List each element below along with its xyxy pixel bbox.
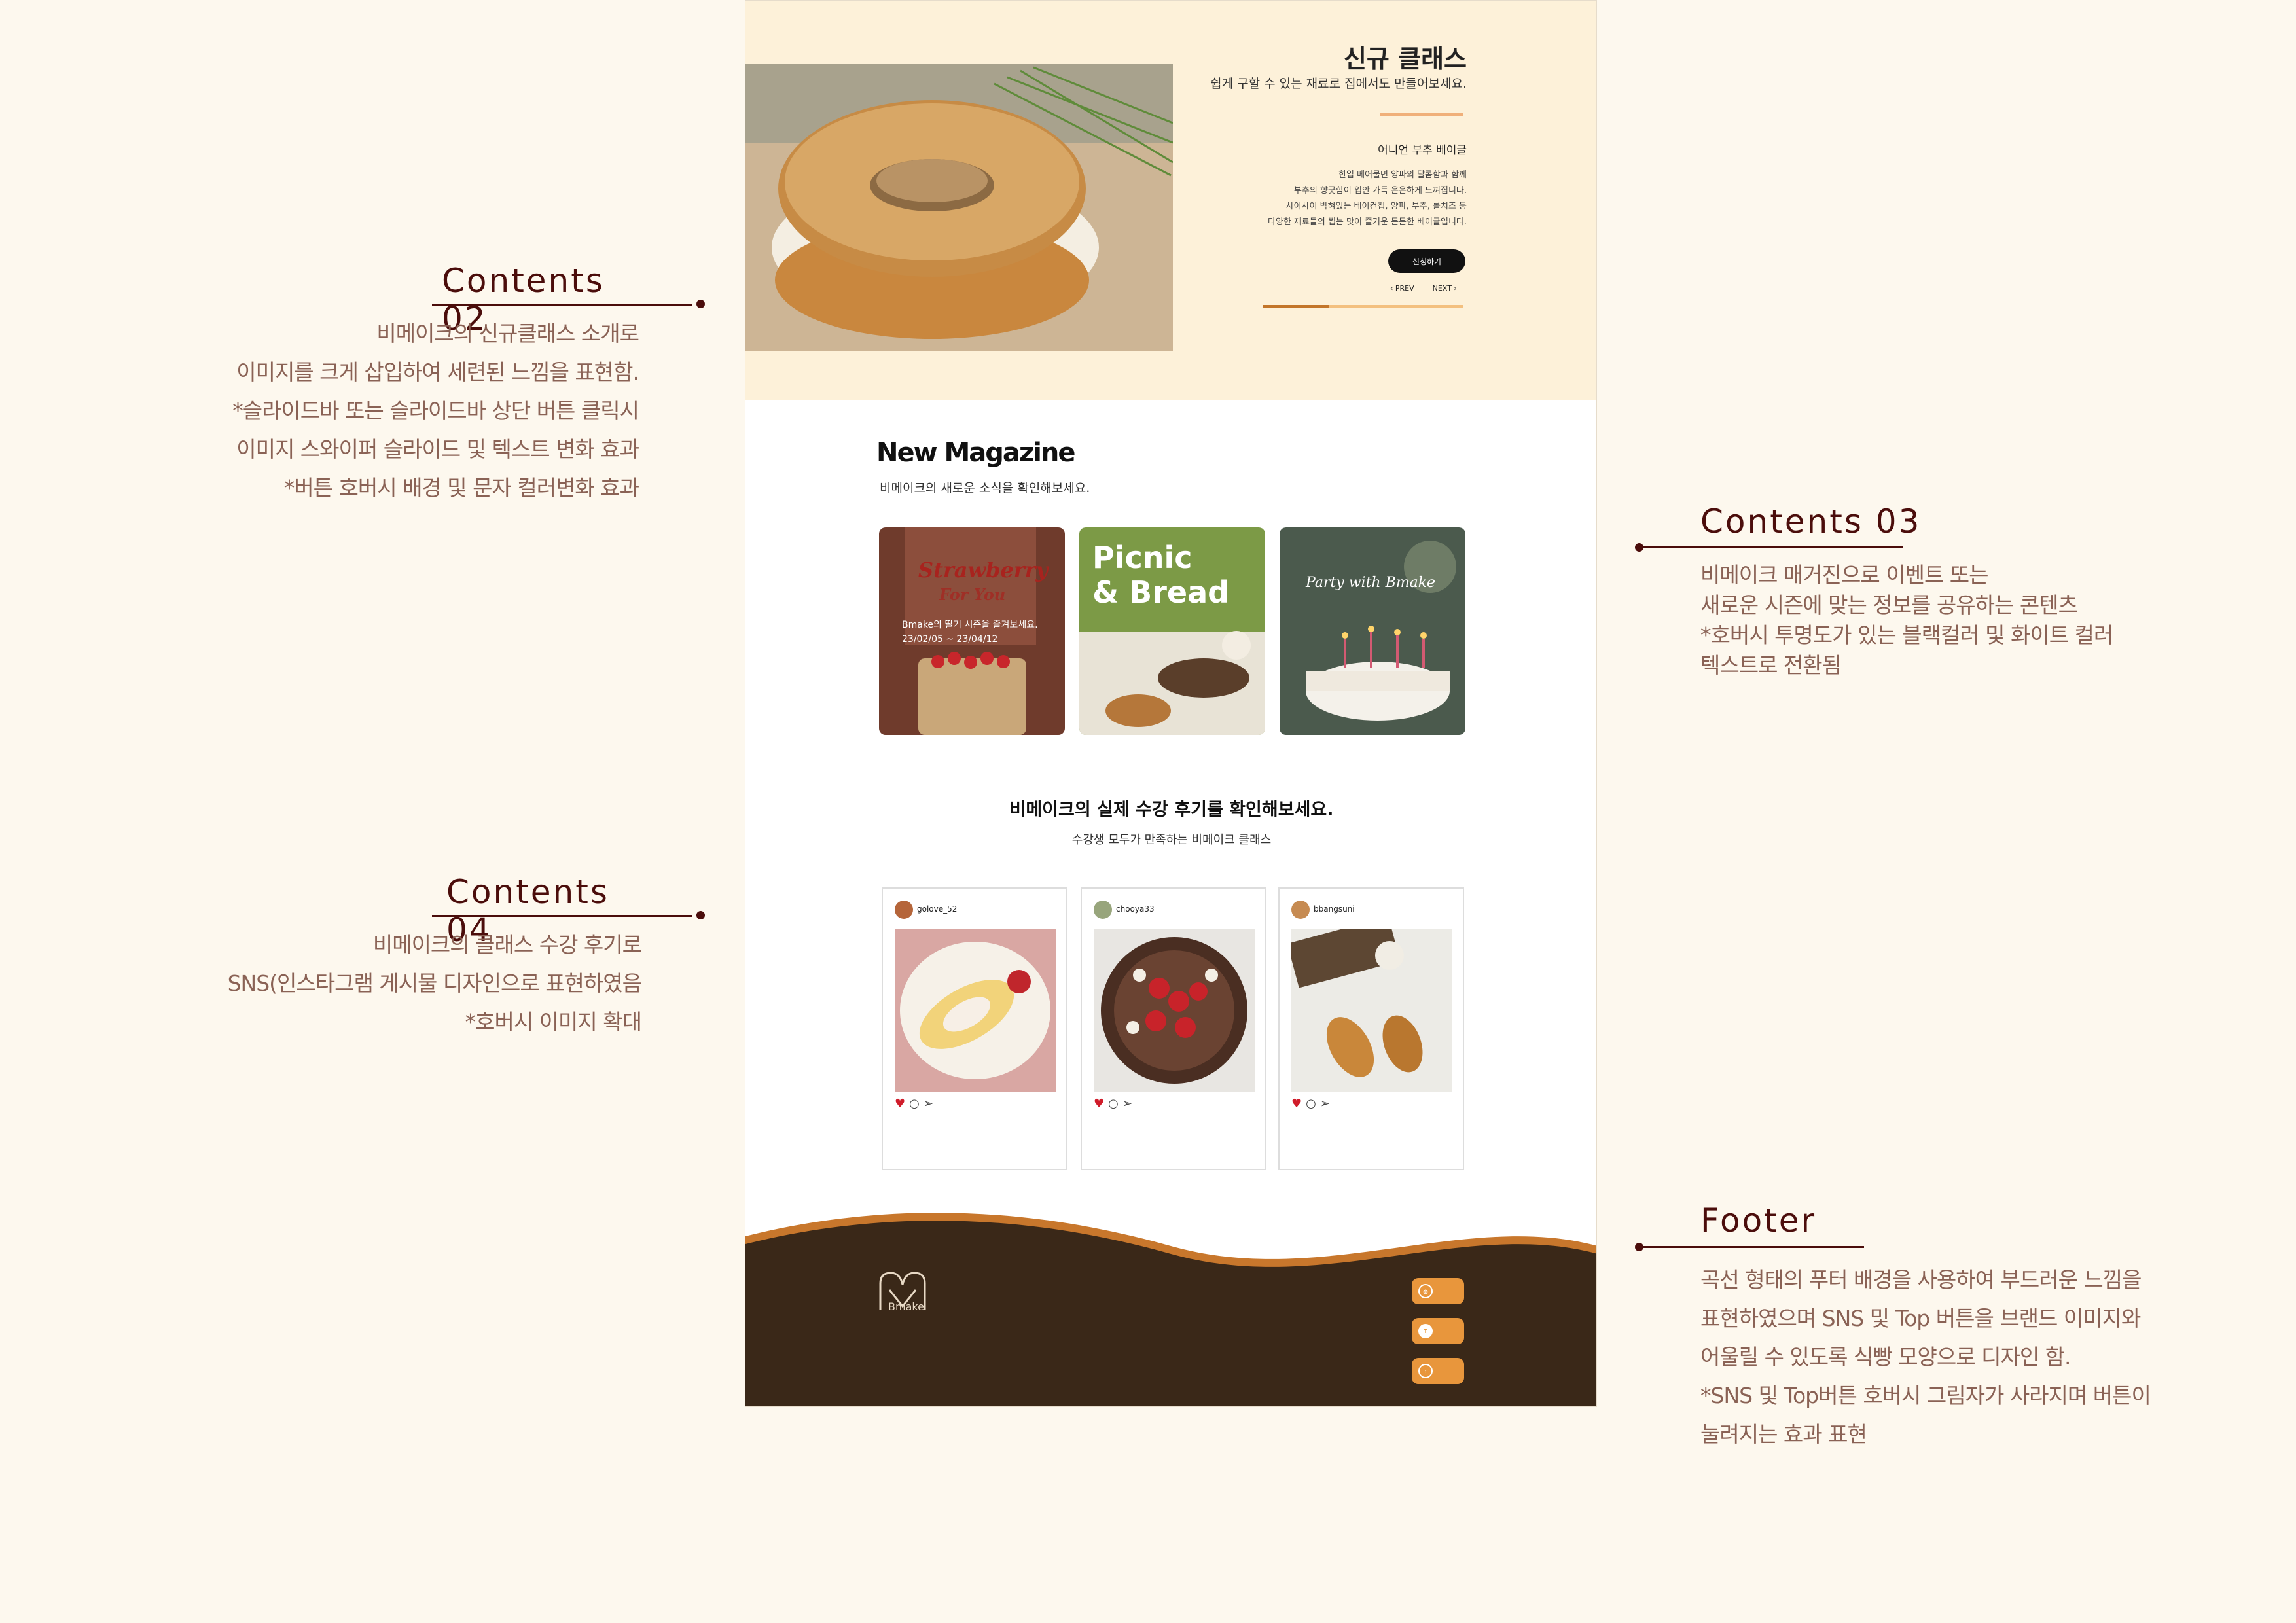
divider	[1380, 113, 1463, 116]
annotation-body: 비메이크 매거진으로 이벤트 또는 새로운 시즌에 맞는 정보를 공유하는 콘텐…	[1700, 562, 2113, 678]
talk-button[interactable]: T	[1412, 1318, 1464, 1344]
bagel-photo	[745, 64, 1173, 351]
card-heading: Party with Bmake	[1306, 575, 1436, 591]
slider-progress-bar[interactable]	[1263, 305, 1463, 308]
new-class-title: 신규 클래스	[1343, 45, 1467, 73]
annotation-dot	[696, 300, 705, 308]
post-actions: ♥ ○ ➢	[1094, 1097, 1132, 1111]
review-post[interactable]: bbangsuni ♥ ○ ➢	[1278, 887, 1464, 1170]
card-heading: Picnic	[1092, 540, 1193, 575]
annotation-underline	[1641, 1246, 1864, 1248]
review-post[interactable]: golove_52 ♥ ○ ➢	[882, 887, 1067, 1170]
share-icon[interactable]: ➢	[1122, 1097, 1132, 1111]
instagram-icon: ◎	[1418, 1284, 1433, 1298]
comment-icon[interactable]: ○	[1306, 1097, 1316, 1111]
annotation-title: Footer	[1700, 1202, 1817, 1240]
card-heading: Strawberry	[918, 558, 1049, 582]
new-class-section: 신규 클래스 쉽게 구할 수 있는 재료로 집에서도 만들어보세요. 어니언 부…	[745, 1, 1596, 400]
annotation-title: Contents 03	[1700, 503, 1922, 541]
heart-icon[interactable]: ♥	[1291, 1097, 1302, 1111]
post-actions: ♥ ○ ➢	[1291, 1097, 1330, 1111]
footer: Bmake ◎ T ↑	[745, 1210, 1596, 1406]
post-image	[1094, 929, 1255, 1092]
magazine-card-picnic[interactable]: Picnic & Bread	[1079, 527, 1265, 735]
prev-button[interactable]: ‹ PREV	[1390, 284, 1414, 293]
talk-icon: T	[1418, 1324, 1433, 1338]
post-username: bbangsuni	[1314, 904, 1355, 914]
post-image	[895, 929, 1056, 1092]
review-post[interactable]: chooya33 ♥ ○ ➢	[1081, 887, 1266, 1170]
annotation-underline	[432, 304, 692, 306]
reviews-title: 비메이크의 실제 수강 후기를 확인해보세요.	[1009, 800, 1334, 820]
brand-name: Bmake	[888, 1300, 924, 1313]
apply-button[interactable]: 신청하기	[1388, 249, 1465, 273]
next-button[interactable]: NEXT ›	[1433, 284, 1457, 293]
new-class-subtitle: 쉽게 구할 수 있는 재료로 집에서도 만들어보세요.	[1210, 77, 1467, 91]
post-username: golove_52	[917, 904, 958, 914]
website-mockup: 신규 클래스 쉽게 구할 수 있는 재료로 집에서도 만들어보세요. 어니언 부…	[745, 0, 1597, 1407]
heart-icon[interactable]: ♥	[895, 1097, 905, 1111]
annotation-underline	[1641, 546, 1903, 548]
magazine-card-party[interactable]: Party with Bmake	[1280, 527, 1465, 735]
magazine-subtitle: 비메이크의 새로운 소식을 확인해보세요.	[880, 481, 1090, 495]
annotation-body: 곡선 형태의 푸터 배경을 사용하여 부드러운 느낌을 표현하였으며 SNS 및…	[1700, 1267, 2151, 1447]
magazine-title: New Magazine	[876, 438, 1076, 468]
comment-icon[interactable]: ○	[1108, 1097, 1119, 1111]
comment-icon[interactable]: ○	[909, 1097, 920, 1111]
post-actions: ♥ ○ ➢	[895, 1097, 933, 1111]
magazine-card-strawberry[interactable]: Strawberry For You Bmake의 딸기 시즌을 즐겨보세요. …	[879, 527, 1065, 735]
bmake-logo[interactable]: Bmake	[876, 1270, 929, 1316]
slider-progress-fill	[1263, 305, 1329, 308]
heart-icon[interactable]: ♥	[1094, 1097, 1104, 1111]
card-heading-2: & Bread	[1092, 575, 1230, 610]
card-heading-2: For You	[939, 585, 1006, 604]
annotation-dot	[696, 911, 705, 919]
post-image	[1291, 929, 1452, 1092]
card-text: Bmake의 딸기 시즌을 즐겨보세요. 23/02/05 ~ 23/04/12	[902, 620, 1038, 645]
annotation-body: 비메이크의 신규클래스 소개로 이미지를 크게 삽입하여 세련된 느낌을 표현함…	[232, 321, 639, 501]
instagram-button[interactable]: ◎	[1412, 1278, 1464, 1304]
share-icon[interactable]: ➢	[1320, 1097, 1330, 1111]
class-name: 어니언 부추 베이글	[1378, 144, 1467, 157]
avatar	[1094, 901, 1112, 919]
avatar	[895, 901, 913, 919]
post-username: chooya33	[1116, 904, 1155, 914]
class-description: 한입 베어물면 양파의 달콤함과 함께 부추의 향긋함이 입안 가득 은은하게 …	[1267, 170, 1467, 227]
slider-nav: ‹ PREV NEXT ›	[1390, 284, 1457, 293]
reviews-subtitle: 수강생 모두가 만족하는 비메이크 클래스	[1071, 833, 1272, 847]
annotation-body: 비메이크의 클래스 수강 후기로 SNS(인스타그램 게시물 디자인으로 표현하…	[227, 932, 642, 1035]
share-icon[interactable]: ➢	[924, 1097, 933, 1111]
top-icon: ↑	[1418, 1364, 1433, 1378]
avatar	[1291, 901, 1310, 919]
annotation-underline	[432, 915, 692, 917]
top-button[interactable]: ↑	[1412, 1358, 1464, 1384]
